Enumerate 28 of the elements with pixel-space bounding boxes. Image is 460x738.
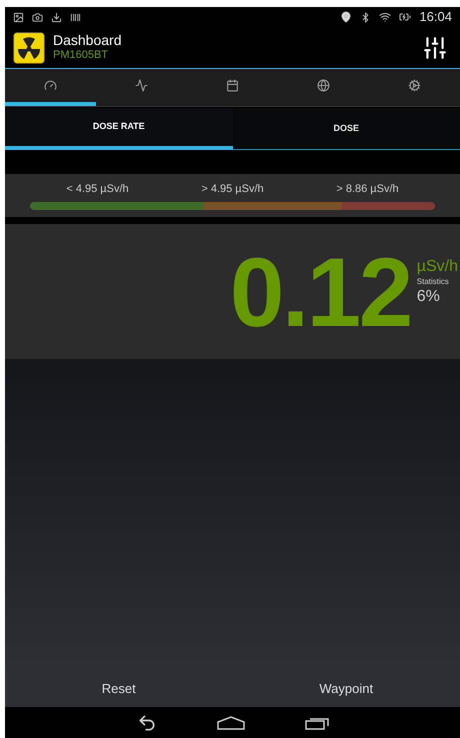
action-button[interactable]: Reset [5,671,232,707]
globe-icon [317,79,330,92]
action-button[interactable]: Waypoint [232,671,460,707]
range-label: > 4.95 µSv/h [200,182,265,197]
home-icon[interactable] [216,716,244,730]
radiation-logo-icon[interactable] [13,32,45,64]
bluetooth-icon [360,12,372,22]
device-name: PM1605BT [53,49,110,64]
screen-title: Dashboard [53,32,122,50]
statistics-value: 6% [416,286,441,306]
image-icon [13,12,24,22]
calendar-icon [226,79,239,92]
dose-rate-value: 0.12 [230,242,411,340]
settings-icon [408,79,421,92]
download-icon [51,12,62,22]
back-icon[interactable] [136,712,156,732]
unit-label: µSv/h [416,256,458,276]
location-icon [340,11,352,23]
barcode-icon [70,12,81,22]
graph-icon [135,79,148,92]
range-label: > 8.86 µSv/h [335,182,400,197]
gauge-icon [44,79,57,92]
battery-icon [399,11,412,23]
clock: 16:04 [419,8,452,26]
range-label: < 4.95 µSv/h [65,182,130,197]
recent-apps-icon[interactable] [304,716,328,730]
statistics-label: Statistics [416,276,450,286]
camera-icon [32,12,43,22]
